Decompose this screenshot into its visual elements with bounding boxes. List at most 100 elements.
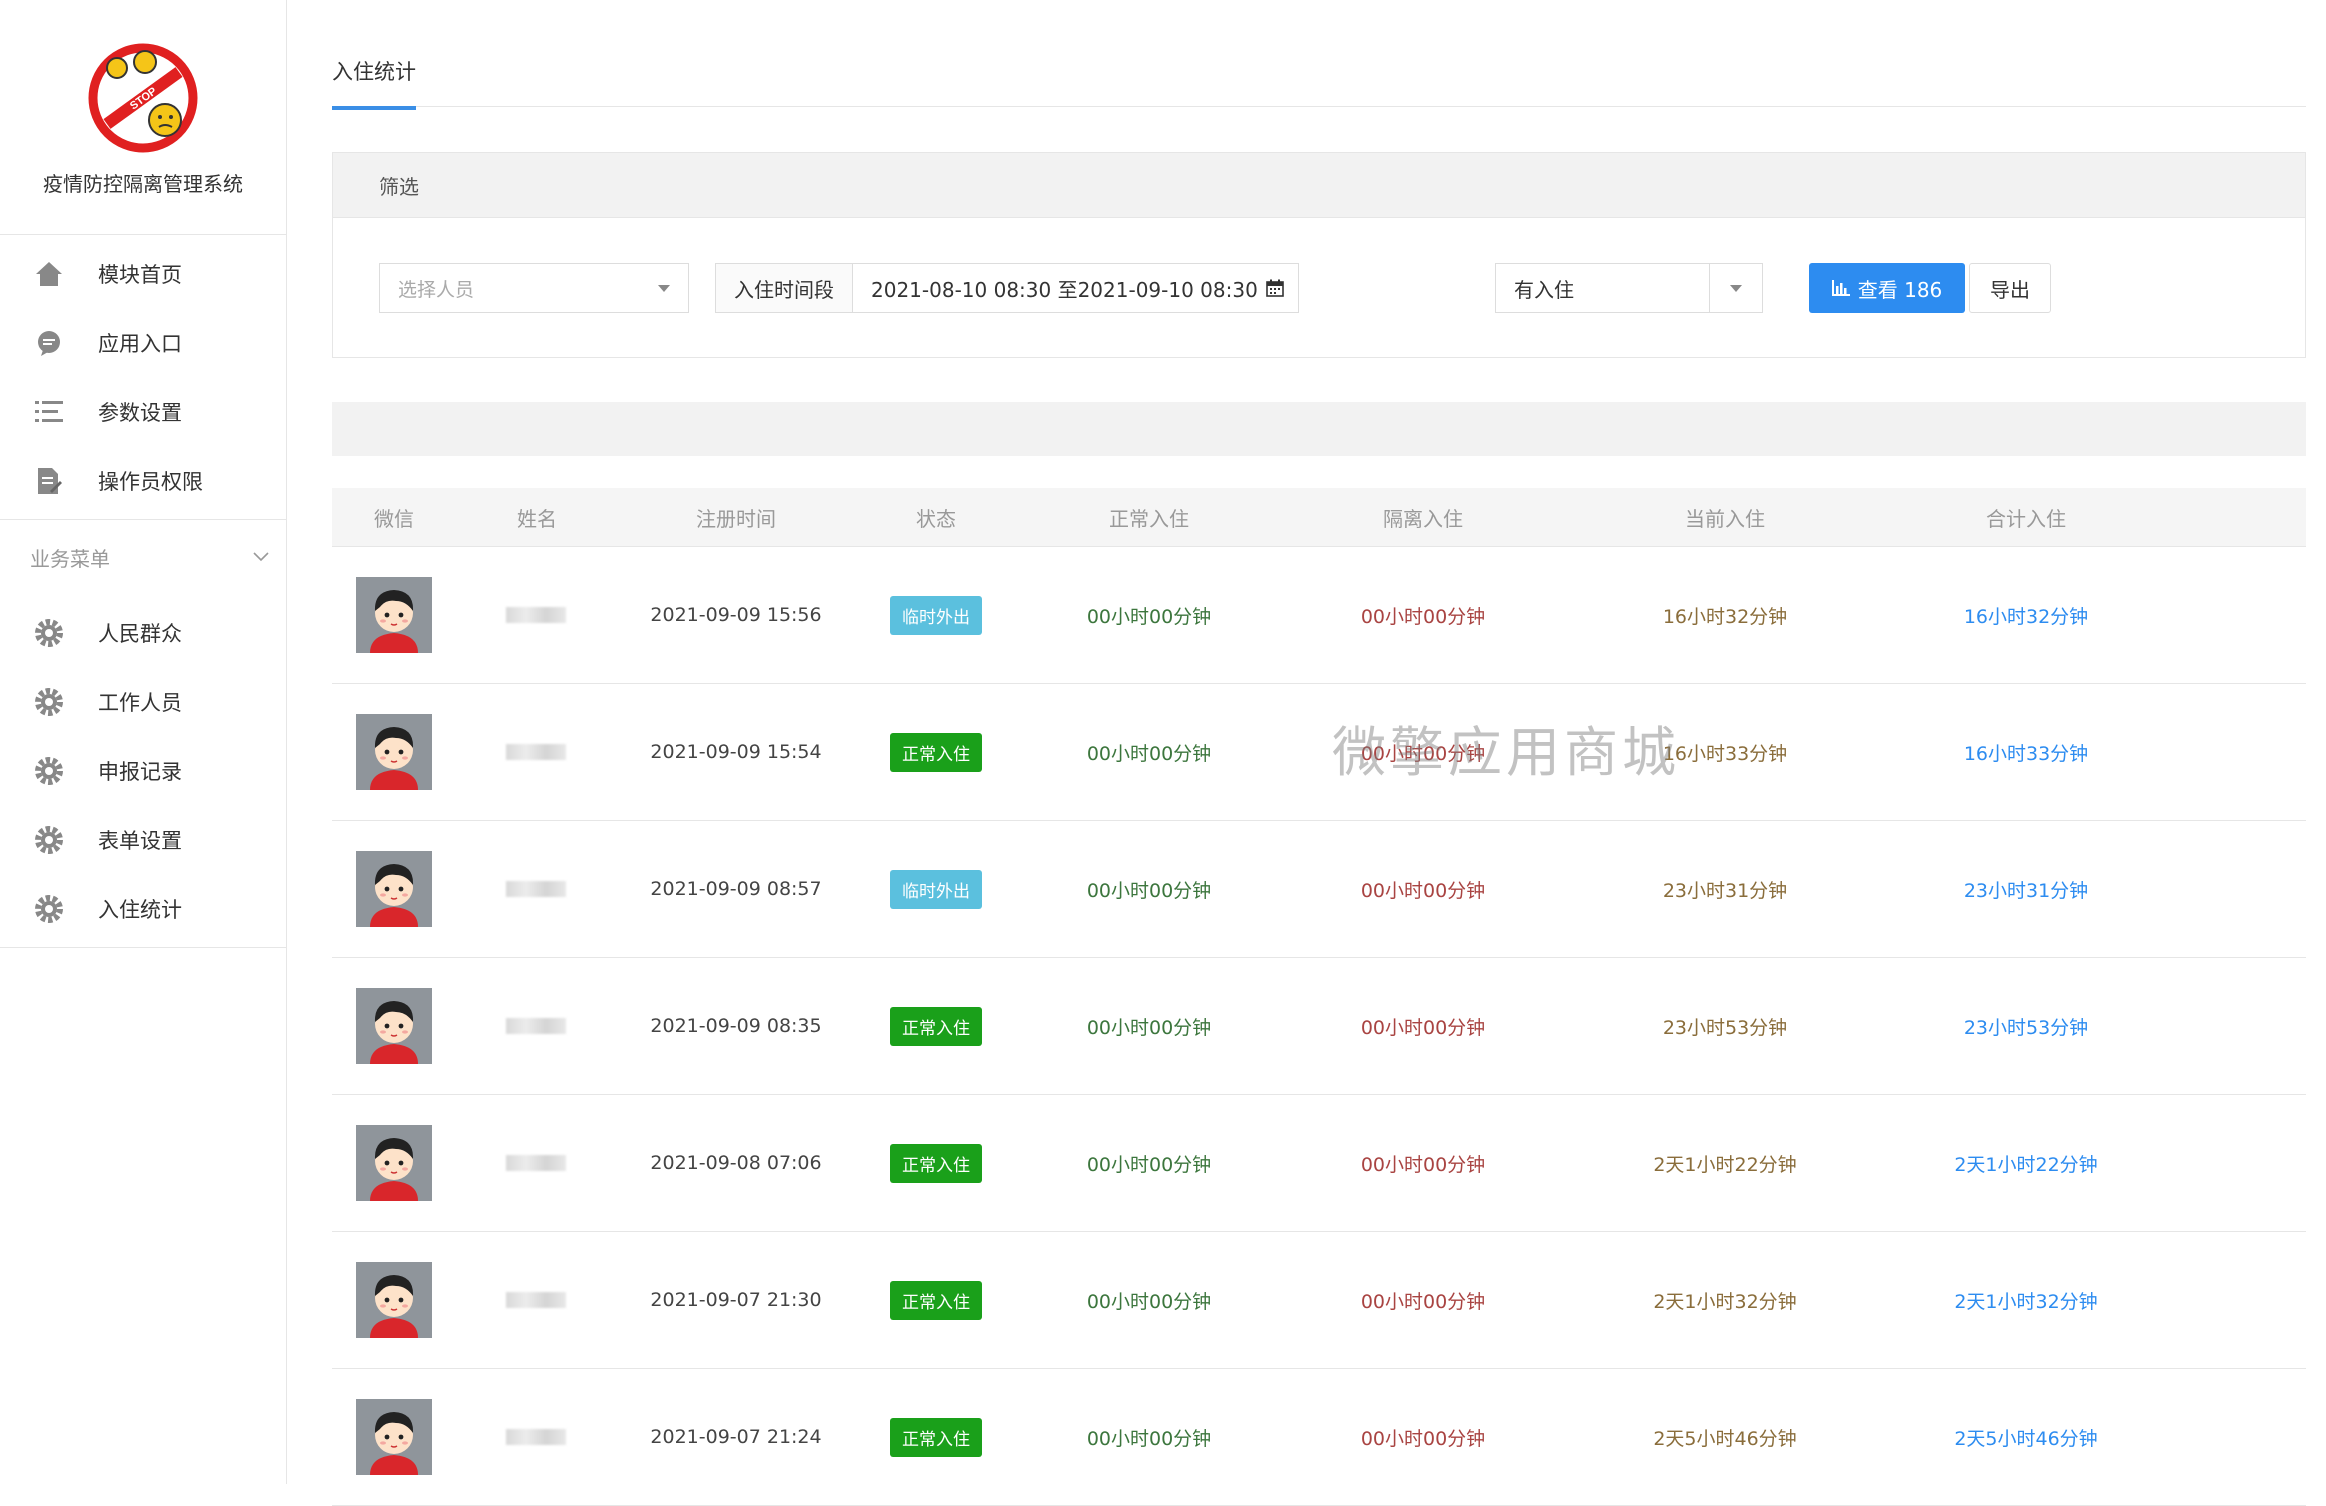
filter-title: 筛选 — [333, 153, 2305, 218]
nav-item-label: 参数设置 — [98, 400, 182, 425]
group-title: 业务菜单 — [30, 546, 110, 571]
reg-time-cell: 2021-09-08 07:06 — [650, 1152, 822, 1174]
date-range-picker[interactable]: 入住时间段 2021-08-10 08:30 至2021-09-10 08:30 — [715, 263, 1299, 313]
nav-item-form-settings[interactable]: 表单设置 — [0, 805, 286, 874]
dropdown-toggle[interactable] — [1709, 264, 1762, 312]
name-cell — [456, 744, 618, 760]
status-cell: 正常入住 — [854, 1417, 1018, 1457]
col-header-wechat: 微信 — [374, 506, 414, 531]
status-badge: 正常入住 — [890, 1143, 982, 1183]
nav-item-label: 入住统计 — [98, 897, 182, 922]
normal-checkin-cell: 00小时00分钟 — [1086, 1427, 1212, 1450]
bar-chart-icon — [1831, 280, 1850, 296]
status-cell: 临时外出 — [854, 595, 1018, 635]
gear-icon — [32, 892, 66, 926]
nav-item-reports[interactable]: 申报记录 — [0, 736, 286, 805]
checkin-status-value: 有入住 — [1514, 277, 1574, 302]
gear-icon — [32, 823, 66, 857]
table-row[interactable]: 2021-09-09 08:35 正常入住 00小时00分钟 00小时00分钟 … — [332, 958, 2306, 1095]
caret-down-icon — [658, 284, 670, 292]
normal-checkin-cell: 00小时00分钟 — [1086, 1290, 1212, 1313]
main-nav: 模块首页 应用入口 参数设置 操作员权限 — [0, 235, 286, 520]
status-badge: 正常入住 — [890, 1417, 982, 1457]
blurred-name — [506, 744, 566, 760]
sidebar: STOP 疫情防控隔离管理系统 模块首页 应用入口 参数设置 操作员权限 业务菜… — [0, 0, 287, 1484]
normal-checkin-cell: 00小时00分钟 — [1086, 1153, 1212, 1176]
business-nav: 人民群众 工作人员 申报记录 表单设置 入住统计 — [0, 594, 286, 948]
wechat-cell — [332, 714, 456, 790]
total-checkin-cell: 23小时53分钟 — [1963, 1016, 2089, 1039]
blurred-name — [506, 1292, 566, 1308]
nav-item-params[interactable]: 参数设置 — [0, 377, 286, 446]
avatar — [356, 714, 432, 790]
table-row[interactable]: 2021-09-07 21:30 正常入住 00小时00分钟 00小时00分钟 … — [332, 1232, 2306, 1369]
col-header-total: 合计入住 — [1986, 506, 2066, 531]
home-icon — [32, 257, 66, 291]
nav-item-app-entry[interactable]: 应用入口 — [0, 308, 286, 377]
blurred-name — [506, 607, 566, 623]
view-button[interactable]: 查看 186 — [1809, 263, 1965, 313]
gear-icon — [32, 754, 66, 788]
name-cell — [456, 1292, 618, 1308]
table-row[interactable]: 2021-09-09 15:56 临时外出 00小时00分钟 00小时00分钟 … — [332, 547, 2306, 684]
avatar — [356, 1125, 432, 1201]
chat-icon — [32, 326, 66, 360]
avatar — [356, 988, 432, 1064]
checkin-status-select[interactable]: 有入住 — [1495, 263, 1763, 313]
current-checkin-cell: 2天1小时32分钟 — [1653, 1290, 1797, 1313]
total-checkin-cell: 2天1小时22分钟 — [1954, 1153, 2098, 1176]
blurred-name — [506, 1018, 566, 1034]
business-menu-toggle[interactable]: 业务菜单 — [0, 520, 286, 594]
table-row[interactable]: 2021-09-08 07:06 正常入住 00小时00分钟 00小时00分钟 … — [332, 1095, 2306, 1232]
table-row[interactable]: 2021-09-09 08:57 临时外出 00小时00分钟 00小时00分钟 … — [332, 821, 2306, 958]
avatar — [356, 1262, 432, 1338]
nav-item-label: 模块首页 — [98, 262, 182, 287]
status-badge: 临时外出 — [890, 595, 982, 635]
reg-time-cell: 2021-09-09 08:57 — [650, 878, 822, 900]
wechat-cell — [332, 851, 456, 927]
current-checkin-cell: 16小时32分钟 — [1662, 605, 1788, 628]
logo-area: STOP 疫情防控隔离管理系统 — [0, 0, 286, 235]
filter-panel: 筛选 选择人员 入住时间段 2021-08-10 08:30 至2021-09-… — [332, 152, 2306, 358]
nav-item-operator-perm[interactable]: 操作员权限 — [0, 446, 286, 515]
col-header-reg-time: 注册时间 — [696, 506, 776, 531]
name-cell — [456, 1018, 618, 1034]
caret-down-icon — [1730, 284, 1742, 292]
wechat-cell — [332, 988, 456, 1064]
nav-item-citizens[interactable]: 人民群众 — [0, 598, 286, 667]
nav-item-checkin-stats[interactable]: 入住统计 — [0, 874, 286, 943]
person-select[interactable]: 选择人员 — [379, 263, 689, 313]
isolation-checkin-cell: 00小时00分钟 — [1360, 1016, 1486, 1039]
status-cell: 正常入住 — [854, 1006, 1018, 1046]
edit-doc-icon — [32, 464, 66, 498]
name-cell — [456, 1155, 618, 1171]
table-row[interactable]: 2021-09-07 21:24 正常入住 00小时00分钟 00小时00分钟 … — [332, 1369, 2306, 1506]
checkin-table: 微信 姓名 注册时间 状态 正常入住 隔离入住 当前入住 合计入住 2021-0… — [332, 488, 2306, 1506]
gear-icon — [32, 685, 66, 719]
reg-time-cell: 2021-09-09 08:35 — [650, 1015, 822, 1037]
name-cell — [456, 1429, 618, 1445]
nav-item-home[interactable]: 模块首页 — [0, 239, 286, 308]
wechat-cell — [332, 1399, 456, 1475]
isolation-checkin-cell: 00小时00分钟 — [1360, 1427, 1486, 1450]
col-header-normal: 正常入住 — [1109, 506, 1189, 531]
nav-item-staff[interactable]: 工作人员 — [0, 667, 286, 736]
avatar — [356, 577, 432, 653]
total-checkin-cell: 2天1小时32分钟 — [1954, 1290, 2098, 1313]
date-range-input[interactable]: 2021-08-10 08:30 至2021-09-10 08:30 — [853, 264, 1298, 312]
avatar — [356, 1399, 432, 1475]
date-range-label: 入住时间段 — [716, 264, 853, 312]
normal-checkin-cell: 00小时00分钟 — [1086, 605, 1212, 628]
nav-item-label: 表单设置 — [98, 828, 182, 853]
avatar — [356, 851, 432, 927]
current-checkin-cell: 23小时31分钟 — [1662, 879, 1788, 902]
export-button[interactable]: 导出 — [1969, 263, 2051, 313]
total-checkin-cell: 16小时33分钟 — [1963, 742, 2089, 765]
filter-controls: 选择人员 入住时间段 2021-08-10 08:30 至2021-09-10 … — [333, 218, 2305, 356]
wechat-cell — [332, 1262, 456, 1338]
nav-item-label: 应用入口 — [98, 331, 182, 356]
reg-time-cell: 2021-09-09 15:56 — [650, 604, 822, 626]
status-badge: 正常入住 — [890, 1280, 982, 1320]
table-row[interactable]: 2021-09-09 15:54 正常入住 00小时00分钟 00小时00分钟 … — [332, 684, 2306, 821]
tab-checkin-stats[interactable]: 入住统计 — [332, 56, 416, 110]
